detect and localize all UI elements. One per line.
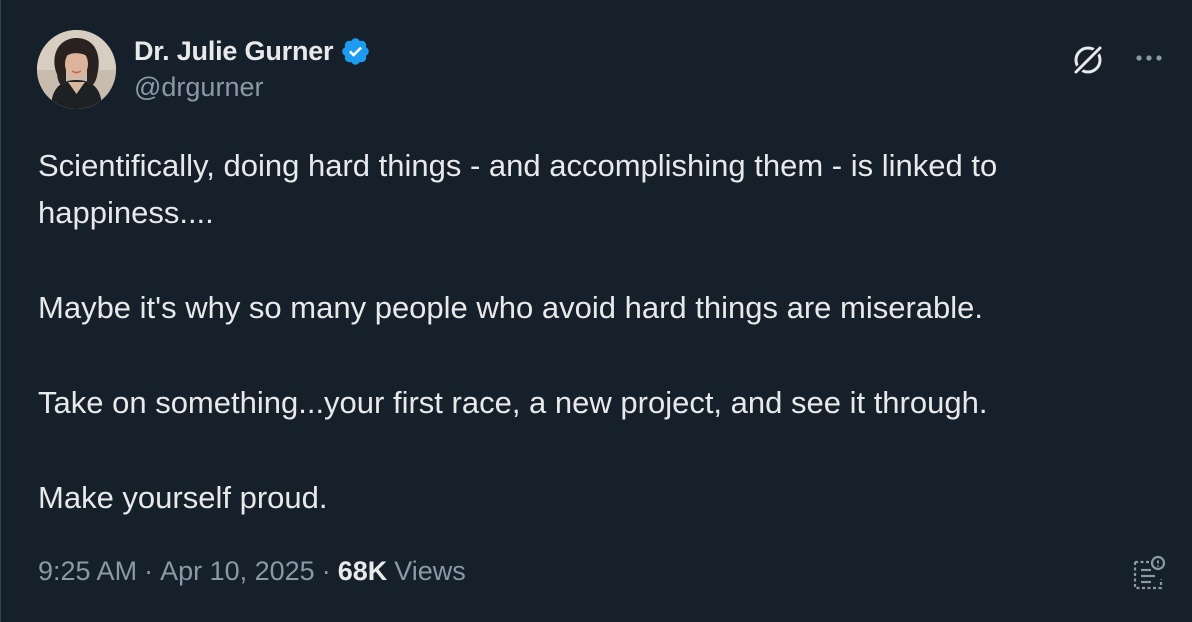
tweet-paragraph: Take on something...your first race, a n…	[38, 385, 988, 420]
tweet-paragraph: Maybe it's why so many people who avoid …	[38, 290, 984, 325]
tweet-meta: 9:25 AM · Apr 10, 2025 · 68K Views	[38, 556, 466, 587]
more-options-icon[interactable]	[1131, 44, 1167, 72]
tweet-time[interactable]: 9:25 AM	[38, 556, 137, 587]
post-analytics-icon[interactable]	[1131, 553, 1167, 591]
author-handle[interactable]: @drgurner	[134, 72, 263, 103]
tweet-date[interactable]: Apr 10, 2025	[160, 556, 315, 587]
meta-separator: ·	[144, 556, 154, 586]
avatar-image	[37, 30, 116, 109]
verified-badge-icon[interactable]	[340, 36, 371, 67]
grok-icon[interactable]	[1069, 41, 1107, 79]
tweet-paragraph: Scientifically, doing hard things - and …	[38, 148, 998, 230]
avatar[interactable]	[37, 30, 116, 109]
views-label: Views	[394, 556, 466, 586]
author-display-name[interactable]: Dr. Julie Gurner	[134, 36, 334, 67]
meta-separator: ·	[321, 556, 331, 586]
tweet-card: Dr. Julie Gurner @drgurner Scientificall…	[0, 0, 1192, 622]
tweet-paragraph: Make yourself proud.	[38, 480, 328, 515]
author-name-row[interactable]: Dr. Julie Gurner	[134, 34, 371, 68]
views-count: 68K	[337, 556, 388, 586]
tweet-text: Scientifically, doing hard things - and …	[38, 142, 1158, 521]
